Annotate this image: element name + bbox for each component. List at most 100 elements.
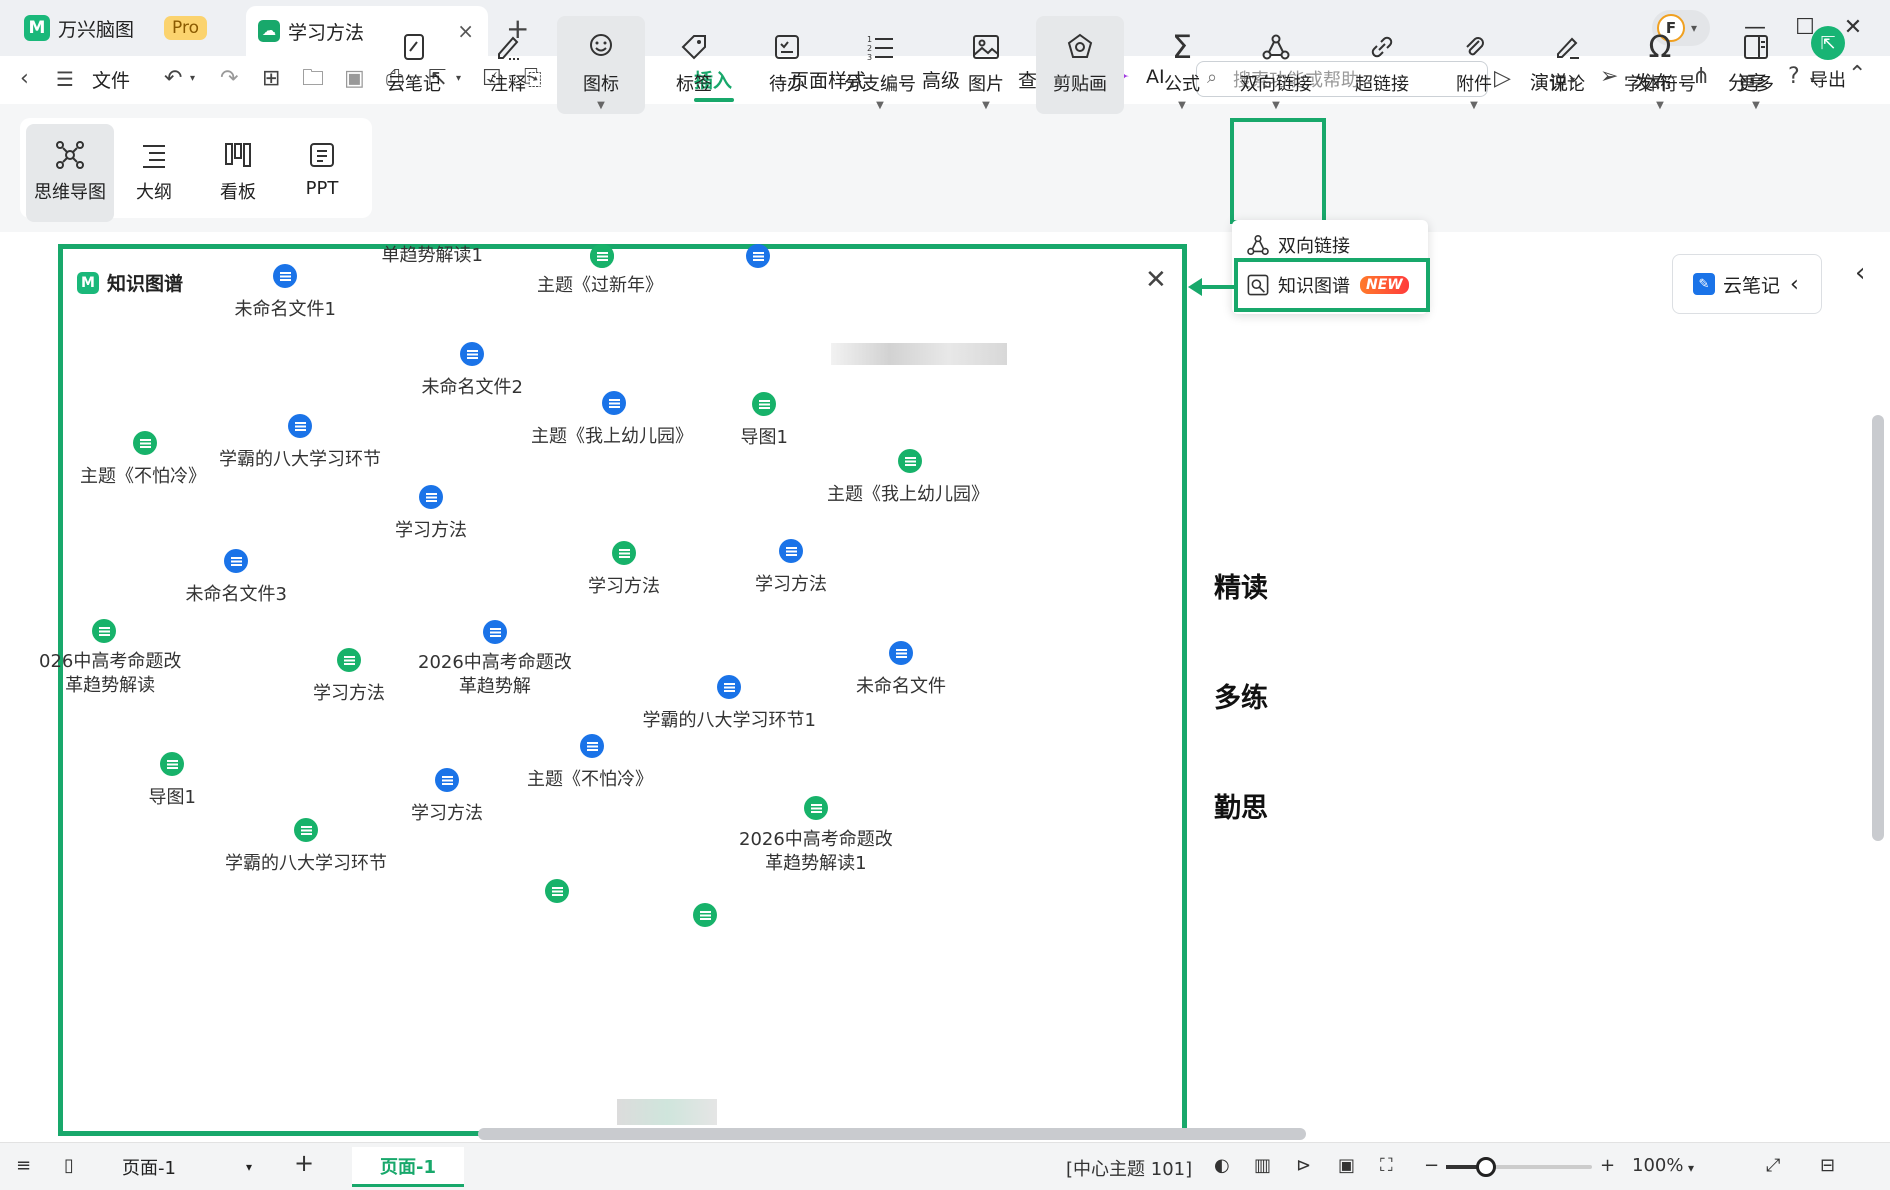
outline-view-button[interactable]: 大纲 <box>110 124 198 222</box>
hyperlink-tool[interactable]: 超链接 <box>1338 16 1426 114</box>
graph-node-icon[interactable] <box>752 392 776 416</box>
graph-node-icon[interactable] <box>273 264 297 288</box>
mindmap-view-button[interactable]: 思维导图 <box>26 124 114 222</box>
zoom-dropdown-icon[interactable]: ▾ <box>1688 1161 1694 1175</box>
graph-node-label[interactable]: 未命名文件1 <box>235 298 336 322</box>
graph-node-icon[interactable] <box>746 244 770 268</box>
cloud-note-panel-button[interactable]: ✎ 云笔记 ‹ <box>1672 254 1822 314</box>
app-tab[interactable]: M 万兴脑图 Pro <box>24 6 230 50</box>
fullscreen-fit-icon[interactable]: ⛶ <box>1380 1155 1393 1176</box>
graph-node-label[interactable]: 导图1 <box>741 426 788 450</box>
graph-node-icon[interactable] <box>435 768 459 792</box>
page-tab[interactable]: 页面-1 <box>352 1147 464 1187</box>
graph-node-label[interactable]: 主题《我上幼儿园》 <box>827 483 989 507</box>
topic-duolian[interactable]: 多练 <box>1214 676 1268 715</box>
graph-node-icon[interactable] <box>889 641 913 665</box>
graph-node-label[interactable]: 主题《我上幼儿园》 <box>531 425 693 449</box>
icon-tool-dropdown-icon[interactable]: ▼ <box>597 100 605 111</box>
graph-node-icon[interactable] <box>898 449 922 473</box>
menu-icon[interactable]: ☰ <box>56 69 74 89</box>
symbol-dropdown-icon[interactable]: ▼ <box>1656 100 1664 111</box>
bidirectional-link-dropdown-icon[interactable]: ▼ <box>1272 100 1280 111</box>
theme-icon[interactable]: ◐ <box>1214 1155 1230 1176</box>
horizontal-scrollbar[interactable] <box>478 1128 1306 1140</box>
graph-node-label[interactable]: 2026中高考命题改 革趋势解读1 <box>739 828 893 876</box>
graph-node-icon[interactable] <box>294 818 318 842</box>
file-menu[interactable]: 文件 <box>92 66 130 93</box>
more-dropdown-icon[interactable]: ▼ <box>1752 100 1760 111</box>
formula-tool[interactable]: Σ 公式 ▼ <box>1138 16 1226 114</box>
graph-node-label[interactable]: 学习方法 <box>313 682 385 706</box>
undo-dropdown-icon[interactable]: ▾ <box>190 74 195 84</box>
graph-node-icon[interactable] <box>602 391 626 415</box>
menu-item-bidirectional-link[interactable]: 双向链接 <box>1246 232 1350 258</box>
branch-number-dropdown-icon[interactable]: ▼ <box>876 100 884 111</box>
graph-node-label[interactable]: 单趋势解读1 <box>382 244 483 268</box>
graph-node-icon[interactable] <box>612 541 636 565</box>
back-icon[interactable]: ‹ <box>20 68 29 90</box>
graph-node-label[interactable]: 主题《不怕冷》 <box>527 768 653 792</box>
symbol-tool[interactable]: Ω 字体符号 ▼ <box>1616 16 1704 114</box>
fit-page-icon[interactable]: ▣ <box>1338 1155 1355 1176</box>
zoom-slider-handle[interactable] <box>1476 1157 1496 1177</box>
save-icon[interactable]: ▣ <box>344 68 365 90</box>
graph-node-label[interactable]: 未命名文件 <box>856 675 946 699</box>
outline-toggle-icon[interactable]: ≡ <box>16 1155 31 1176</box>
graph-node-label[interactable]: 学习方法 <box>755 573 827 597</box>
branch-number-tool[interactable]: 123 分支编号 ▼ <box>836 16 924 114</box>
graph-node-icon[interactable] <box>717 675 741 699</box>
collapse-panel-icon[interactable]: ⊟ <box>1820 1155 1835 1176</box>
graph-node-icon[interactable] <box>693 903 717 927</box>
graph-node-label[interactable]: 导图1 <box>149 786 196 810</box>
topic-jingdu[interactable]: 精读 <box>1214 566 1268 605</box>
graph-node-label[interactable]: 主题《不怕冷》 <box>80 465 206 489</box>
graph-node-label[interactable]: 未命名文件3 <box>186 583 287 607</box>
export-tool[interactable]: ⇱ 导出 <box>1784 16 1872 114</box>
graph-node-label[interactable]: 2026中高考命题改 革趋势解 <box>418 651 572 699</box>
page-select[interactable]: 页面-1 ▾ <box>110 1149 260 1185</box>
icon-tool[interactable]: 图标 ▼ <box>557 16 645 114</box>
formula-dropdown-icon[interactable]: ▼ <box>1178 100 1186 111</box>
todo-tool[interactable]: 待办 <box>743 16 831 114</box>
graph-node-icon[interactable] <box>483 620 507 644</box>
ppt-view-button[interactable]: PPT <box>278 124 366 222</box>
zoom-slider[interactable] <box>1446 1157 1592 1177</box>
graph-node-icon[interactable] <box>545 879 569 903</box>
kanban-view-button[interactable]: 看板 <box>194 124 282 222</box>
graph-node-label[interactable]: 主题《过新年》 <box>537 274 663 298</box>
graph-node-label[interactable]: 学霸的八大学习环节 <box>219 448 381 472</box>
new-file-icon[interactable]: ⊞ <box>262 68 280 90</box>
topic-qinsi[interactable]: 勤思 <box>1214 786 1268 825</box>
graph-node-label[interactable]: 学习方法 <box>395 519 467 543</box>
graph-node-label[interactable]: 未命名文件2 <box>422 376 523 400</box>
graph-node-icon[interactable] <box>580 734 604 758</box>
zoom-level[interactable]: 100% <box>1632 1155 1683 1176</box>
panel-toggle-icon[interactable]: ▯ <box>64 1155 74 1176</box>
clipart-tool[interactable]: 剪贴画 <box>1036 16 1124 114</box>
play-icon[interactable]: ⊳ <box>1296 1155 1311 1176</box>
expand-icon[interactable]: ⤢ <box>1766 1155 1780 1176</box>
graph-node-label[interactable]: 学霸的八大学习环节1 <box>643 709 816 733</box>
graph-node-label[interactable]: 学习方法 <box>588 575 660 599</box>
comment-tool[interactable]: 评论 <box>1523 16 1611 114</box>
book-icon[interactable]: ▥ <box>1254 1155 1271 1176</box>
graph-node-label[interactable]: 学霸的八大学习环节 <box>225 852 387 876</box>
attachment-dropdown-icon[interactable]: ▼ <box>1470 100 1478 111</box>
undo-icon[interactable]: ↶ <box>164 68 182 90</box>
graph-node-icon[interactable] <box>224 549 248 573</box>
graph-node-icon[interactable] <box>288 414 312 438</box>
image-dropdown-icon[interactable]: ▼ <box>982 100 990 111</box>
graph-node-icon[interactable] <box>160 752 184 776</box>
zoom-in-button[interactable]: + <box>1600 1155 1615 1176</box>
redo-icon[interactable]: ↷ <box>220 68 238 90</box>
graph-node-icon[interactable] <box>804 796 828 820</box>
graph-node-icon[interactable] <box>779 539 803 563</box>
add-page-button[interactable]: + <box>294 1149 314 1177</box>
graph-node-label[interactable]: 学习方法 <box>411 802 483 826</box>
sidebar-toggle-icon[interactable]: ‹ <box>1855 258 1865 288</box>
image-tool[interactable]: 图片 ▼ <box>942 16 1030 114</box>
cloud-note-tool[interactable]: 云笔记 <box>370 16 458 114</box>
graph-node-icon[interactable] <box>92 619 116 643</box>
graph-node-icon[interactable] <box>133 431 157 455</box>
graph-node-icon[interactable] <box>460 342 484 366</box>
